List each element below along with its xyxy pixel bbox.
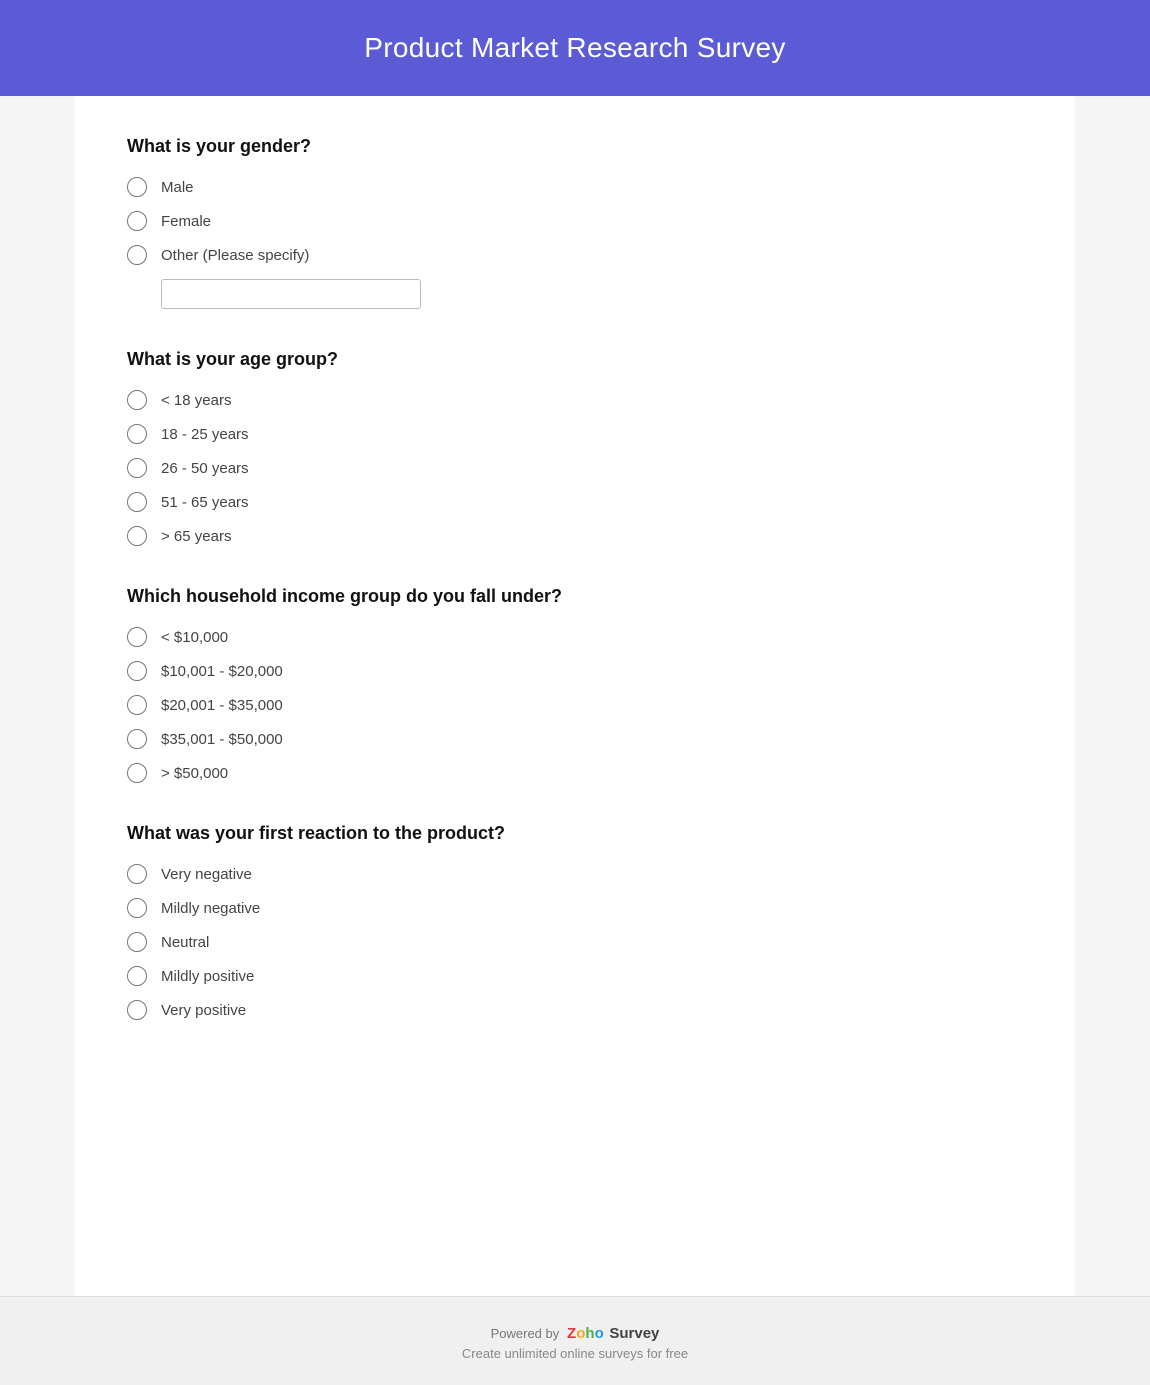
income-label-over50k: > $50,000 — [161, 765, 228, 782]
income-radio-under10k[interactable] — [127, 627, 147, 647]
question-income-label: Which household income group do you fall… — [127, 586, 1023, 607]
question-reaction: What was your first reaction to the prod… — [127, 823, 1023, 1020]
survey-brand-text: Survey — [609, 1325, 659, 1342]
question-income: Which household income group do you fall… — [127, 586, 1023, 783]
survey-title: Product Market Research Survey — [20, 32, 1130, 64]
income-option-20k-35k[interactable]: $20,001 - $35,000 — [127, 695, 1023, 715]
question-gender: What is your gender? Male Female Other (… — [127, 136, 1023, 309]
survey-header: Product Market Research Survey — [0, 0, 1150, 96]
age-option-over65[interactable]: > 65 years — [127, 526, 1023, 546]
zoho-logo: Zoho — [563, 1325, 604, 1342]
age-radio-under18[interactable] — [127, 390, 147, 410]
gender-radio-other[interactable] — [127, 245, 147, 265]
age-radio-18-25[interactable] — [127, 424, 147, 444]
zoho-letter-z: Z — [567, 1325, 576, 1342]
income-label-35k-50k: $35,001 - $50,000 — [161, 731, 283, 748]
gender-option-male[interactable]: Male — [127, 177, 1023, 197]
income-radio-over50k[interactable] — [127, 763, 147, 783]
reaction-label-mildly-negative: Mildly negative — [161, 900, 260, 917]
reaction-option-neutral[interactable]: Neutral — [127, 932, 1023, 952]
income-radio-10k-20k[interactable] — [127, 661, 147, 681]
reaction-radio-very-positive[interactable] — [127, 1000, 147, 1020]
gender-other-input[interactable] — [161, 279, 421, 309]
reaction-option-mildly-negative[interactable]: Mildly negative — [127, 898, 1023, 918]
reaction-label-very-positive: Very positive — [161, 1002, 246, 1019]
income-radio-20k-35k[interactable] — [127, 695, 147, 715]
reaction-label-very-negative: Very negative — [161, 866, 252, 883]
reaction-option-very-negative[interactable]: Very negative — [127, 864, 1023, 884]
survey-body: What is your gender? Male Female Other (… — [75, 96, 1075, 1296]
question-age: What is your age group? < 18 years 18 - … — [127, 349, 1023, 546]
income-label-10k-20k: $10,001 - $20,000 — [161, 663, 283, 680]
powered-by-text: Powered by — [491, 1326, 560, 1341]
age-label-under18: < 18 years — [161, 392, 231, 409]
reaction-radio-very-negative[interactable] — [127, 864, 147, 884]
age-label-51-65: 51 - 65 years — [161, 494, 249, 511]
gender-option-female[interactable]: Female — [127, 211, 1023, 231]
age-option-under18[interactable]: < 18 years — [127, 390, 1023, 410]
reaction-label-mildly-positive: Mildly positive — [161, 968, 254, 985]
gender-label-female: Female — [161, 213, 211, 230]
reaction-label-neutral: Neutral — [161, 934, 209, 951]
age-option-51-65[interactable]: 51 - 65 years — [127, 492, 1023, 512]
gender-radio-female[interactable] — [127, 211, 147, 231]
age-label-18-25: 18 - 25 years — [161, 426, 249, 443]
age-radio-51-65[interactable] — [127, 492, 147, 512]
reaction-option-mildly-positive[interactable]: Mildly positive — [127, 966, 1023, 986]
income-label-under10k: < $10,000 — [161, 629, 228, 646]
income-option-under10k[interactable]: < $10,000 — [127, 627, 1023, 647]
age-label-over65: > 65 years — [161, 528, 231, 545]
zoho-letter-h: h — [585, 1325, 594, 1342]
question-age-label: What is your age group? — [127, 349, 1023, 370]
age-option-18-25[interactable]: 18 - 25 years — [127, 424, 1023, 444]
powered-by-line: Powered by Zoho Survey — [20, 1325, 1130, 1342]
gender-option-other[interactable]: Other (Please specify) — [127, 245, 1023, 265]
age-label-26-50: 26 - 50 years — [161, 460, 249, 477]
age-radio-over65[interactable] — [127, 526, 147, 546]
reaction-radio-mildly-positive[interactable] — [127, 966, 147, 986]
gender-label-other: Other (Please specify) — [161, 247, 309, 264]
income-label-20k-35k: $20,001 - $35,000 — [161, 697, 283, 714]
age-radio-26-50[interactable] — [127, 458, 147, 478]
zoho-letter-o2: o — [595, 1325, 604, 1342]
income-option-35k-50k[interactable]: $35,001 - $50,000 — [127, 729, 1023, 749]
income-radio-35k-50k[interactable] — [127, 729, 147, 749]
gender-radio-male[interactable] — [127, 177, 147, 197]
zoho-letter-o1: o — [576, 1325, 585, 1342]
income-option-over50k[interactable]: > $50,000 — [127, 763, 1023, 783]
question-reaction-label: What was your first reaction to the prod… — [127, 823, 1023, 844]
survey-footer: Powered by Zoho Survey Create unlimited … — [0, 1296, 1150, 1385]
reaction-radio-neutral[interactable] — [127, 932, 147, 952]
footer-tagline: Create unlimited online surveys for free — [20, 1346, 1130, 1361]
reaction-radio-mildly-negative[interactable] — [127, 898, 147, 918]
question-gender-label: What is your gender? — [127, 136, 1023, 157]
income-option-10k-20k[interactable]: $10,001 - $20,000 — [127, 661, 1023, 681]
reaction-option-very-positive[interactable]: Very positive — [127, 1000, 1023, 1020]
gender-label-male: Male — [161, 179, 194, 196]
age-option-26-50[interactable]: 26 - 50 years — [127, 458, 1023, 478]
